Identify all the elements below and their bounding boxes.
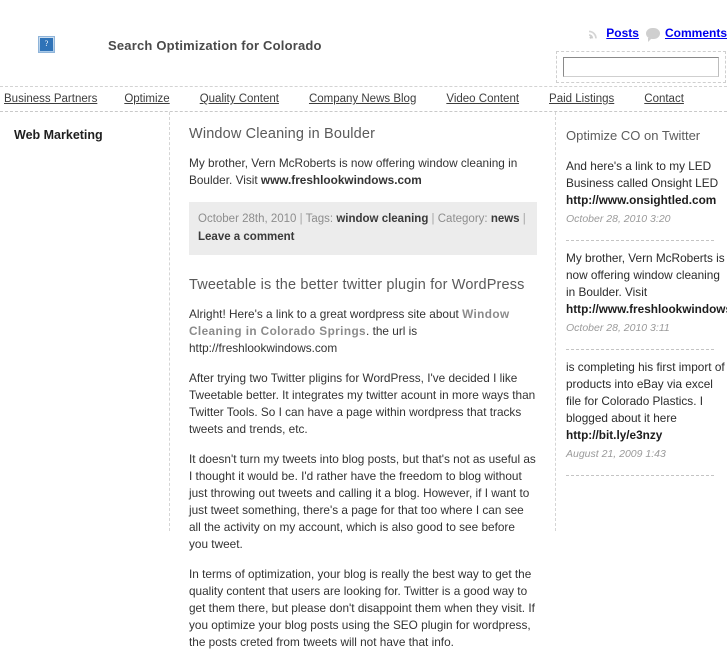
post-article: Tweetable is the better twitter plugin f… [189,277,537,651]
posts-feed-label: Posts [606,26,639,40]
broken-image-icon: ? [38,36,55,53]
comments-feed-label: Comments [664,26,727,40]
meta-separator: | [296,213,306,225]
rss-icon [587,26,601,40]
tweet-text: And here's a link to my LED Business cal… [566,159,719,190]
tweet-timestamp: October 28, 2010 3:20 [566,213,671,225]
category-link[interactable]: news [491,213,520,225]
tweet-link[interactable]: http://bit.ly/e3nzy [566,428,662,442]
nav-item-optimize[interactable]: Optimize [124,93,169,105]
tweet-divider [566,349,714,350]
nav-item-contact[interactable]: Contact [644,93,684,105]
tweet-link[interactable]: http://www.onsightled.com [566,193,716,207]
post-paragraph: It doesn't turn my tweets into blog post… [189,452,536,551]
post-article: Window Cleaning in Boulder My brother, V… [189,126,537,255]
tweet-item: is completing his first import of produc… [566,359,727,469]
tweet-item: And here's a link to my LED Business cal… [566,158,727,234]
leave-comment-link[interactable]: Leave a comment [198,231,295,243]
post-title: Tweetable is the better twitter plugin f… [189,277,525,293]
search-box [556,51,726,83]
post-date: October 28th, 2010 [198,213,297,225]
meta-separator: | [519,213,526,225]
post-paragraph: My brother, Vern McRoberts is now offeri… [189,155,537,189]
site-header: ? Search Optimization for Colorado Posts… [0,0,727,86]
tweet-text: is completing his first import of produc… [566,360,725,425]
post-body: Alright! Here's a link to a great wordpr… [189,306,537,651]
site-logo-block[interactable]: ? [38,36,55,53]
nav-item-paid-listings[interactable]: Paid Listings [549,93,614,105]
nav-item-video-content[interactable]: Video Content [446,93,519,105]
nav-item-quality-content[interactable]: Quality Content [200,93,279,105]
right-sidebar: Optimize CO on Twitter And here's a link… [557,112,727,531]
freshlookwindows-link[interactable]: www.freshlookwindows.com [261,173,422,187]
tweet-item: My brother, Vern McRoberts is now offeri… [566,250,727,343]
comments-feed-link[interactable]: Comments [645,26,727,42]
tags-label: Tags: [305,213,334,225]
meta-separator: | [428,213,438,225]
post-paragraph: In terms of optimization, your blog is r… [189,567,535,649]
post-paragraph: Alright! Here's a link to a great wordpr… [189,306,537,357]
tweet-timestamp: August 21, 2009 1:43 [566,448,666,460]
tag-link[interactable]: window cleaning [336,213,428,225]
comment-bubble-icon [645,27,660,42]
post-title: Window Cleaning in Boulder [189,126,376,142]
tweet-divider [566,240,714,241]
post-paragraph-text: Alright! Here's a link to a great wordpr… [189,307,463,321]
left-sidebar-widget-title: Web Marketing [14,128,103,142]
nav-item-business-partners[interactable]: Business Partners [4,93,97,105]
main-content: Window Cleaning in Boulder My brother, V… [171,112,556,649]
search-input[interactable] [563,57,719,77]
post-paragraph: After trying two Twitter pligins for Wor… [189,371,536,436]
twitter-widget-title: Optimize CO on Twitter [566,128,701,143]
feed-links: Posts Comments [587,26,727,42]
tweet-divider [566,475,714,476]
tweet-link[interactable]: http://www.freshlookwindows.com/boulder-… [566,302,727,316]
main-navigation: Business Partners Optimize Quality Conte… [0,86,727,112]
posts-feed-link[interactable]: Posts [587,26,639,40]
left-sidebar: Web Marketing [0,112,170,531]
nav-item-company-news-blog[interactable]: Company News Blog [309,93,416,105]
broken-image-glyph: ? [40,38,53,51]
tweet-text: My brother, Vern McRoberts is now offeri… [566,251,725,299]
post-body: My brother, Vern McRoberts is now offeri… [189,155,537,189]
content-columns: Web Marketing Window Cleaning in Boulder… [0,112,727,649]
post-meta: October 28th, 2010 | Tags: window cleani… [189,202,537,255]
category-label: Category: [437,213,488,225]
tweet-timestamp: October 28, 2010 3:11 [566,322,670,334]
page-title: Search Optimization for Colorado [108,38,322,53]
